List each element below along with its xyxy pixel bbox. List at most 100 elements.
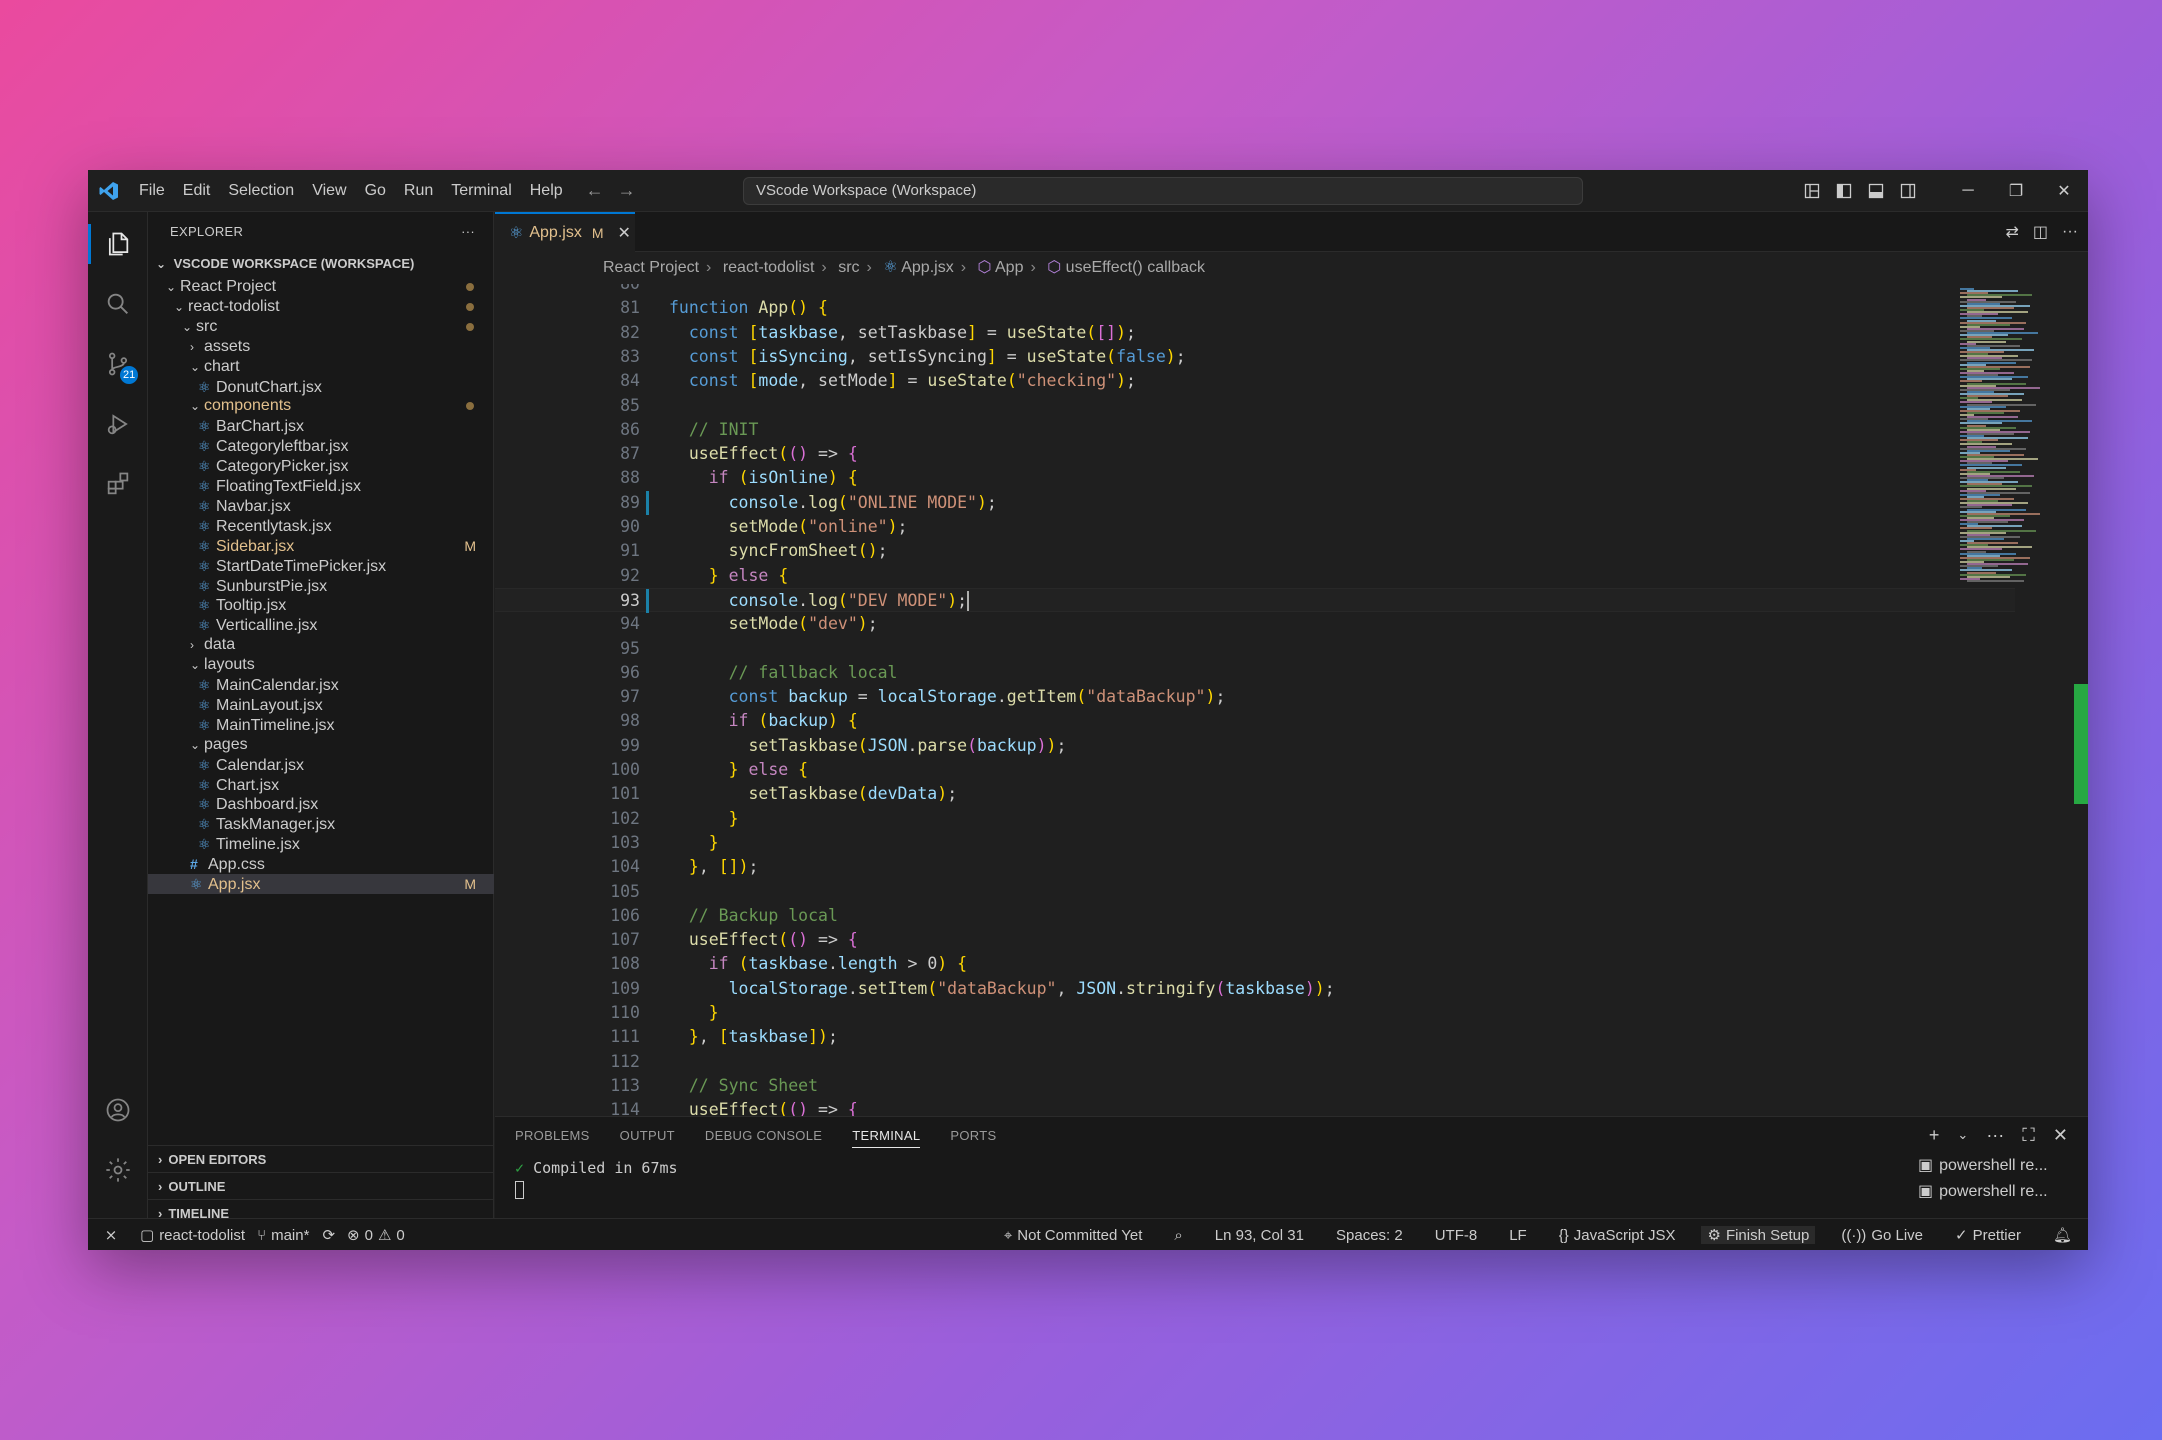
code-line[interactable]: 97 const backup = localStorage.getItem("… [495,685,2015,709]
code-line[interactable]: 109 localStorage.setItem("dataBackup", J… [495,977,2015,1001]
tree-folder[interactable]: ⌄ pages [148,735,494,755]
tab-app-jsx[interactable]: ⚛ App.jsx M ✕ [495,212,635,252]
code-line[interactable]: 110 } [495,1001,2015,1025]
code-line[interactable]: 106 // Backup local [495,904,2015,928]
code-line[interactable]: 108 if (taskbase.length > 0) { [495,952,2015,976]
menu-edit[interactable]: Edit [174,170,220,212]
status-eol[interactable]: LF [1503,1227,1533,1244]
tree-folder[interactable]: › assets [148,337,494,357]
tree-folder[interactable]: ⌄ components [148,396,494,416]
tree-file[interactable]: ⚛ MainCalendar.jsx [148,675,494,695]
terminal-instance[interactable]: ▣ powershell re... [1918,1153,2078,1179]
tree-file[interactable]: ⚛ BarChart.jsx [148,416,494,436]
account-icon[interactable] [88,1080,148,1140]
code-line[interactable]: 99 setTaskbase(JSON.parse(backup)); [495,734,2015,758]
zoom-icon[interactable]: ⌕ [1168,1227,1188,1244]
search-icon[interactable] [88,274,148,334]
code-line[interactable]: 86 // INIT [495,418,2015,442]
tree-file[interactable]: ⚛ Calendar.jsx [148,755,494,775]
notifications-bell-icon[interactable]: 🔔︎ [2047,1226,2078,1244]
tree-file[interactable]: ⚛ Sidebar.jsx M [148,536,494,556]
panel-tab-problems[interactable]: PROBLEMS [515,1128,590,1143]
close-panel-icon[interactable]: ✕ [2053,1125,2068,1146]
maximize-panel-icon[interactable]: ⛶ [2022,1125,2035,1146]
breadcrumb-item[interactable]: useEffect() callback [1066,259,1205,276]
tree-file[interactable]: ⚛ Timeline.jsx [148,834,494,854]
tree-file[interactable]: ⚛ Chart.jsx [148,775,494,795]
tree-file[interactable]: ⚛ Navbar.jsx [148,496,494,516]
back-arrow-icon[interactable]: ← [586,180,604,201]
remote-indicator-icon[interactable]: ⨯ [88,1219,134,1250]
code-line[interactable]: 105 [495,880,2015,904]
panel-tab-terminal[interactable]: TERMINAL [852,1128,921,1148]
tree-file[interactable]: # App.css [148,854,494,874]
tree-file[interactable]: ⚛ Tooltip.jsx [148,595,494,615]
minimize-icon[interactable]: ─ [1944,170,1992,212]
code-editor[interactable]: 8081function App() {82 const [taskbase, … [495,284,2088,1116]
breadcrumb-item[interactable]: App.jsx [901,259,953,276]
status-go-live[interactable]: ((·)) Go Live [1835,1227,1929,1244]
chevron-down-icon[interactable]: ⌄ [1957,1127,1968,1143]
menu-selection[interactable]: Selection [219,170,303,212]
menu-terminal[interactable]: Terminal [442,170,520,212]
menu-run[interactable]: Run [395,170,442,212]
terminal-instance[interactable]: ▣ powershell re... [1918,1179,2078,1205]
breadcrumb-item[interactable]: react-todolist [723,259,815,276]
extensions-icon[interactable] [88,454,148,514]
code-line[interactable]: 101 setTaskbase(devData); [495,782,2015,806]
status-branch[interactable]: ⑂ main* ⟳ [251,1226,341,1245]
section-open-editors[interactable]: › OPEN EDITORS [148,1145,494,1172]
code-line[interactable]: 100 } else { [495,758,2015,782]
status-finish-setup[interactable]: ⚙ Finish Setup [1701,1226,1816,1244]
more-icon[interactable]: ··· [1986,1125,2004,1146]
workspace-root[interactable]: ⌄ VSCODE WORKSPACE (WORKSPACE) [148,250,494,277]
tree-file[interactable]: ⚛ MainTimeline.jsx [148,715,494,735]
code-line[interactable]: 93 console.log("DEV MODE"); [495,587,2015,613]
code-line[interactable]: 111 }, [taskbase]); [495,1025,2015,1049]
tree-folder[interactable]: › data [148,635,494,655]
split-editor-icon[interactable]: ◫ [2033,222,2048,242]
status-language[interactable]: {} JavaScript JSX [1553,1227,1682,1244]
close-tab-icon[interactable]: ✕ [617,223,630,243]
terminal-cursor[interactable] [515,1181,524,1203]
code-line[interactable]: 112 [495,1050,2015,1074]
forward-arrow-icon[interactable]: → [618,180,636,201]
tree-folder[interactable]: ⌄ layouts [148,655,494,675]
tree-folder[interactable]: ⌄ chart [148,357,494,377]
code-line[interactable]: 113 // Sync Sheet [495,1074,2015,1098]
code-line[interactable]: 104 }, []); [495,855,2015,879]
tree-file[interactable]: ⚛ SunburstPie.jsx [148,576,494,596]
source-control-icon[interactable]: 21 [88,334,148,394]
close-window-icon[interactable]: ✕ [2040,170,2088,212]
code-line[interactable]: 80 [495,284,2015,296]
scrollbar-indicator[interactable] [2074,684,2088,804]
code-line[interactable]: 102 } [495,807,2015,831]
code-line[interactable]: 83 const [isSyncing, setIsSyncing] = use… [495,345,2015,369]
new-terminal-icon[interactable]: + [1929,1125,1940,1146]
breadcrumb-item[interactable]: React Project [603,259,699,276]
code-line[interactable]: 87 useEffect(() => { [495,442,2015,466]
code-line[interactable]: 85 [495,394,2015,418]
toggle-sidebar-icon[interactable] [1828,170,1860,212]
minimap[interactable] [1960,284,2070,1116]
menu-go[interactable]: Go [356,170,395,212]
panel-tab-output[interactable]: OUTPUT [620,1128,675,1143]
status-blame[interactable]: ⌖ Not Committed Yet [998,1227,1149,1244]
tree-file[interactable]: ⚛ Dashboard.jsx [148,794,494,814]
menu-view[interactable]: View [303,170,355,212]
sync-icon[interactable]: ⟳ [322,1226,335,1244]
tree-file[interactable]: ⚛ MainLayout.jsx [148,695,494,715]
breadcrumb-item[interactable]: App [995,259,1023,276]
section-outline[interactable]: › OUTLINE [148,1172,494,1199]
status-folder[interactable]: ▢ react-todolist [134,1226,251,1245]
tree-file[interactable]: ⚛ CategoryPicker.jsx [148,456,494,476]
breadcrumb-item[interactable]: src [838,259,859,276]
panel-tab-ports[interactable]: PORTS [950,1128,996,1143]
code-line[interactable]: 107 useEffect(() => { [495,928,2015,952]
tree-folder[interactable]: ⌄ react-todolist [148,297,494,317]
panel-tab-debug-console[interactable]: DEBUG CONSOLE [705,1128,822,1143]
code-line[interactable]: 81 function App() { [495,296,2015,320]
code-line[interactable]: 96 // fallback local [495,661,2015,685]
more-actions-icon[interactable]: ··· [2062,223,2078,241]
tree-file[interactable]: ⚛ DonutChart.jsx [148,377,494,397]
